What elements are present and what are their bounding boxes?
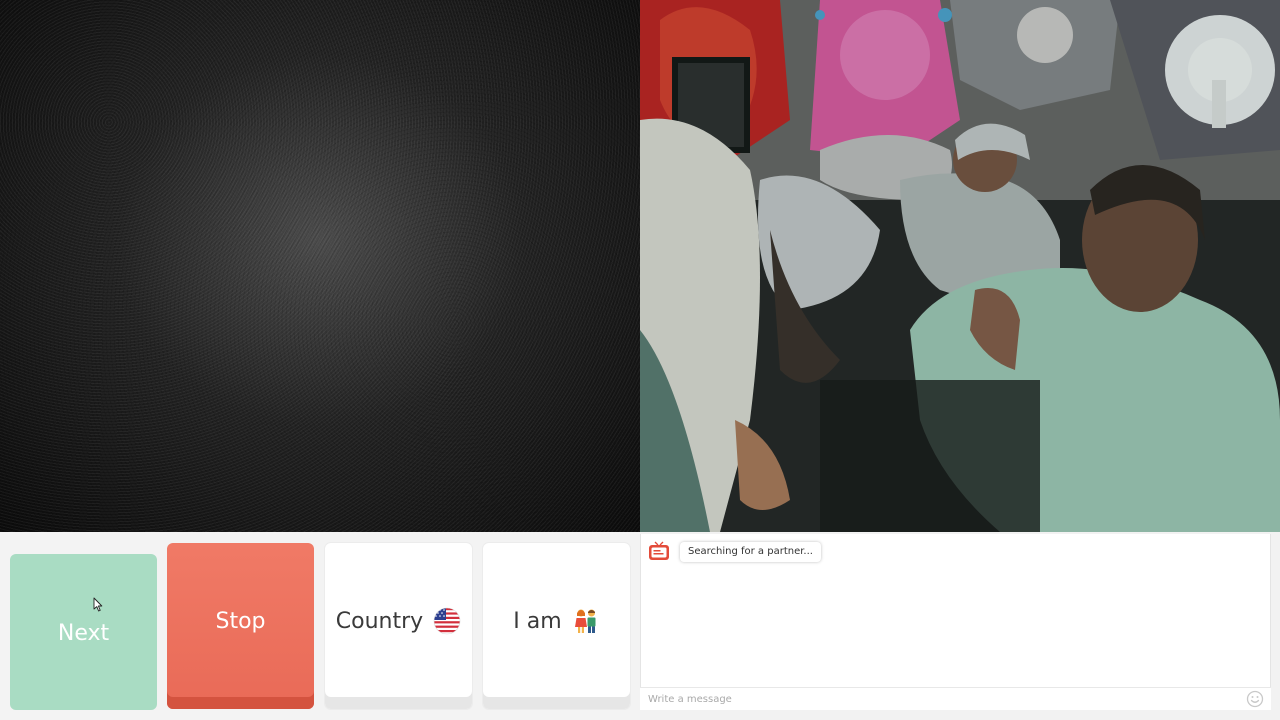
- status-message: Searching for a partner...: [680, 542, 821, 562]
- static-noise: [0, 0, 640, 532]
- country-button-label: Country: [335, 608, 424, 634]
- self-camera-video: [640, 0, 1280, 532]
- stop-button[interactable]: Stop: [167, 543, 314, 709]
- mouse-cursor-icon: [93, 597, 103, 612]
- video-chat-app: Next Stop Country I am Searching for a p…: [0, 0, 1280, 720]
- smiley-icon[interactable]: [1246, 690, 1264, 708]
- stop-button-label: Stop: [215, 608, 266, 634]
- message-input[interactable]: [648, 691, 1238, 708]
- message-bar: [640, 687, 1271, 710]
- us-flag-icon: [433, 607, 461, 635]
- couple-icon: [572, 607, 600, 635]
- i-am-button-label: I am: [513, 608, 562, 634]
- camera-feed-image: [640, 0, 1280, 532]
- partner-video-static: [0, 0, 640, 532]
- i-am-button[interactable]: I am: [483, 543, 630, 709]
- country-button[interactable]: Country: [325, 543, 472, 709]
- tv-logo-icon: [649, 541, 669, 560]
- next-button-label: Next: [57, 620, 110, 646]
- next-button[interactable]: Next: [10, 554, 157, 710]
